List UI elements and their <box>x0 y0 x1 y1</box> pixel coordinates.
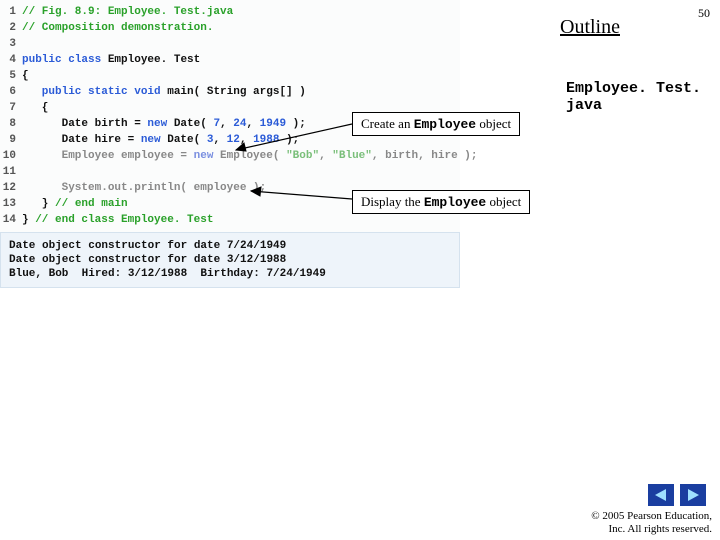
triangle-left-icon <box>654 488 668 502</box>
slide-number: 50 <box>698 6 710 21</box>
triangle-right-icon <box>686 488 700 502</box>
arrow-create <box>230 120 360 160</box>
program-output: Date object constructor for date 7/24/19… <box>0 232 460 288</box>
copyright: © 2005 Pearson Education, Inc. All right… <box>591 510 712 536</box>
callout-display: Display the Employee object <box>352 190 530 214</box>
callout-create: Create an Employee object <box>352 112 520 136</box>
nav-controls <box>648 484 706 506</box>
arrow-display <box>245 185 360 205</box>
prev-button[interactable] <box>648 484 674 506</box>
next-button[interactable] <box>680 484 706 506</box>
outline-heading: Outline <box>560 16 620 39</box>
filename-label: Employee. Test. java <box>566 80 720 114</box>
